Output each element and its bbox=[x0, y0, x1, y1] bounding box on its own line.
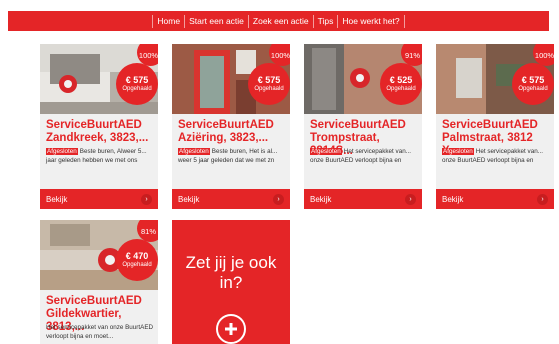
chevron-right-icon: › bbox=[537, 193, 548, 205]
campaign-card[interactable]: 100% € 575 Opgehaald ServiceBuurtAED Pal… bbox=[436, 44, 554, 209]
nav-item-tips[interactable]: Tips bbox=[314, 11, 338, 31]
nav-item-zoek-een-actie[interactable]: Zoek een actie bbox=[249, 11, 313, 31]
campaign-card[interactable]: 100% € 575 Opgehaald ServiceBuurtAED Zan… bbox=[40, 44, 158, 209]
status-badge: Afgesloten bbox=[178, 148, 210, 155]
bekijk-button[interactable]: Bekijk › bbox=[304, 189, 422, 209]
start-action-tile[interactable]: Zet jij je ook in? bbox=[172, 220, 290, 344]
campaign-description: Afgesloten Beste buren, Alweer 5... jaar … bbox=[46, 147, 156, 165]
campaign-card[interactable]: 100% € 575 Opgehaald ServiceBuurtAED Azi… bbox=[172, 44, 290, 209]
campaign-title[interactable]: ServiceBuurtAED Aziëring, 3823,... bbox=[178, 119, 288, 145]
nav-item-hoe-werkt-het[interactable]: Hoe werkt het? bbox=[338, 11, 403, 31]
bekijk-label: Bekijk bbox=[310, 194, 332, 204]
bekijk-label: Bekijk bbox=[46, 194, 68, 204]
bekijk-button[interactable]: Bekijk › bbox=[172, 189, 290, 209]
amount-raised-badge: € 575 Opgehaald bbox=[512, 63, 554, 105]
amount-raised-badge: € 525 Opgehaald bbox=[380, 63, 422, 105]
bekijk-button[interactable]: Bekijk › bbox=[40, 189, 158, 209]
bekijk-label: Bekijk bbox=[178, 194, 200, 204]
amount-value: € 470 bbox=[125, 251, 149, 261]
campaign-card[interactable]: 81% € 470 Opgehaald ServiceBuurtAED Gild… bbox=[40, 220, 158, 344]
status-badge: Afgesloten bbox=[46, 148, 78, 155]
amount-label: Opgehaald bbox=[386, 86, 416, 92]
amount-raised-badge: € 470 Opgehaald bbox=[116, 239, 158, 281]
chevron-right-icon: › bbox=[405, 193, 416, 205]
chevron-right-icon: › bbox=[273, 193, 284, 205]
campaign-description: Afgesloten Het servicepakket van... onze … bbox=[442, 147, 552, 165]
amount-label: Opgehaald bbox=[122, 86, 152, 92]
status-badge: Afgesloten bbox=[442, 148, 474, 155]
plus-circle-icon[interactable] bbox=[216, 314, 246, 344]
campaign-card[interactable]: 91% € 525 Opgehaald ServiceBuurtAED Trom… bbox=[304, 44, 422, 209]
nav-separator bbox=[403, 14, 405, 28]
cta-heading: Zet jij je ook in? bbox=[185, 253, 277, 292]
chevron-right-icon: › bbox=[141, 193, 152, 205]
campaign-description: Het servicepakket van onze BuurtAED verl… bbox=[46, 324, 154, 340]
bekijk-label: Bekijk bbox=[442, 194, 464, 204]
amount-label: Opgehaald bbox=[254, 86, 284, 92]
campaign-description: Afgesloten Het servicepakket van... onze … bbox=[310, 147, 420, 165]
amount-value: € 525 bbox=[389, 75, 413, 85]
status-badge: Afgesloten bbox=[310, 148, 342, 155]
amount-value: € 575 bbox=[257, 75, 281, 85]
top-navigation: Home Start een actie Zoek een actie Tips… bbox=[8, 11, 549, 31]
amount-raised-badge: € 575 Opgehaald bbox=[248, 63, 290, 105]
amount-value: € 575 bbox=[125, 75, 149, 85]
amount-label: Opgehaald bbox=[122, 262, 152, 268]
amount-raised-badge: € 575 Opgehaald bbox=[116, 63, 158, 105]
campaign-title[interactable]: ServiceBuurtAED Zandkreek, 3823,... bbox=[46, 119, 156, 145]
amount-label: Opgehaald bbox=[518, 86, 548, 92]
amount-value: € 575 bbox=[521, 75, 545, 85]
bekijk-button[interactable]: Bekijk › bbox=[436, 189, 554, 209]
campaign-description: Afgesloten Beste buren, Het is al... weer… bbox=[178, 147, 288, 165]
nav-item-start-een-actie[interactable]: Start een actie bbox=[185, 11, 248, 31]
nav-item-home[interactable]: Home bbox=[153, 11, 184, 31]
